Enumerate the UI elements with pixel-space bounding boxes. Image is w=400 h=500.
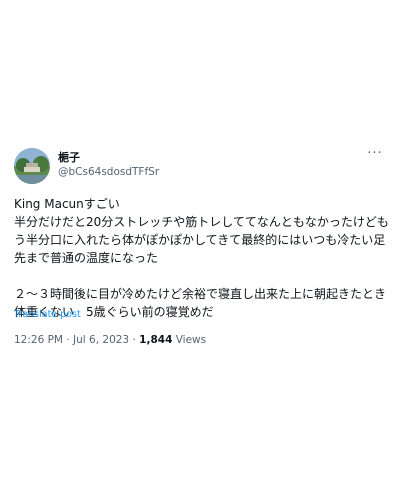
user-names: 梔子 @bCs64sdosdTFfSr — [58, 150, 159, 180]
tweet-text: King Macunすごい 半分だけだと20分ストレッチや筋トレしててなんともな… — [14, 197, 389, 319]
views-label: Views — [175, 334, 207, 346]
meta-separator: · — [66, 334, 70, 346]
meta-separator-2: · — [132, 334, 136, 346]
tweet-card: 梔子 @bCs64sdosdTFfSr ··· King Macunすごい 半分… — [0, 0, 400, 500]
tweet-header: 梔子 @bCs64sdosdTFfSr ··· — [14, 147, 386, 184]
avatar[interactable] — [14, 148, 50, 184]
more-dots-icon[interactable]: ··· — [364, 147, 386, 164]
avatar-landscape-icon — [14, 148, 50, 184]
tweet-meta: 12:26 PM · Jul 6, 2023 · 1,844 Views — [14, 334, 206, 346]
translate-post-link[interactable]: Translate post — [14, 309, 81, 320]
user-handle[interactable]: @bCs64sdosdTFfSr — [58, 165, 159, 180]
tweet-time[interactable]: 12:26 PM — [14, 334, 63, 346]
display-name[interactable]: 梔子 — [58, 150, 159, 165]
tweet-date[interactable]: Jul 6, 2023 — [73, 334, 129, 346]
views-count[interactable]: 1,844 — [139, 334, 172, 346]
